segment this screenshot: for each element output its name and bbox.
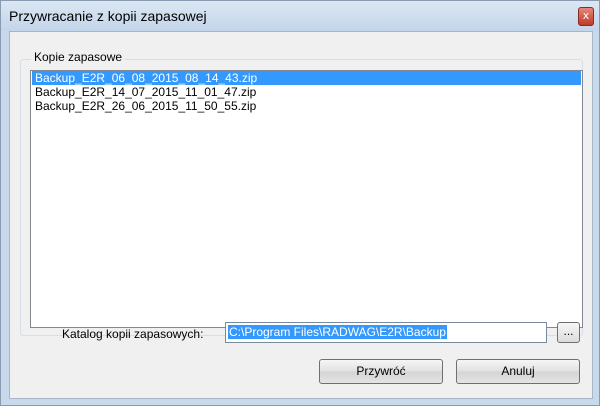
backup-directory-field[interactable]: C:\Program Files\RADWAG\E2R\Backup <box>225 322 547 343</box>
backups-list[interactable]: Backup_E2R_06_08_2015_08_14_43.zip Backu… <box>30 70 583 328</box>
window-title: Przywracanie z kopii zapasowej <box>9 8 207 24</box>
backup-directory-label: Katalog kopii zapasowych: <box>62 327 204 341</box>
backups-group-label: Kopie zapasowe <box>31 50 126 64</box>
restore-button[interactable]: Przywróć <box>319 359 443 384</box>
dialog-body: Kopie zapasowe Backup_E2R_06_08_2015_08_… <box>9 31 593 399</box>
title-bar[interactable]: Przywracanie z kopii zapasowej x <box>1 1 599 31</box>
backup-list-item[interactable]: Backup_E2R_06_08_2015_08_14_43.zip <box>32 71 581 85</box>
backup-list-item[interactable]: Backup_E2R_14_07_2015_11_01_47.zip <box>32 85 581 99</box>
backup-directory-value: C:\Program Files\RADWAG\E2R\Backup <box>228 325 447 339</box>
close-button[interactable]: x <box>578 7 594 26</box>
dialog-window: Przywracanie z kopii zapasowej x Kopie z… <box>0 0 600 406</box>
cancel-button[interactable]: Anuluj <box>456 359 580 384</box>
backup-list-item[interactable]: Backup_E2R_26_06_2015_11_50_55.zip <box>32 99 581 113</box>
browse-button[interactable]: ... <box>557 322 580 343</box>
